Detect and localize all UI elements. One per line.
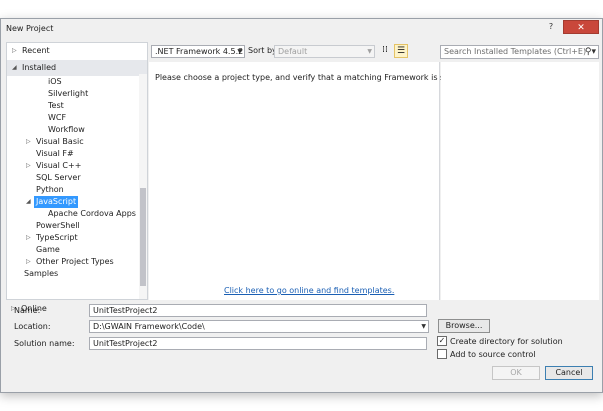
nav-section-installed[interactable]: ◢ Installed <box>7 60 147 76</box>
expand-arrow-icon[interactable]: ▷ <box>26 232 31 244</box>
project-name-input[interactable]: UnitTestProject2 <box>89 304 427 317</box>
tree-item[interactable]: Other Project Types <box>36 256 114 268</box>
grid-view-icon: ⁞⁞ <box>382 45 388 55</box>
tree-item[interactable]: Python <box>36 184 64 196</box>
nav-section-label: Installed <box>22 63 57 72</box>
dialog-title: New Project <box>6 24 54 33</box>
source-control-option[interactable]: Add to source control <box>437 348 536 361</box>
solution-name-label: Solution name: <box>14 339 75 348</box>
nav-section-label: Recent <box>22 46 50 55</box>
tree-scrollbar[interactable] <box>139 74 147 299</box>
list-view-icon: ☰ <box>396 46 406 56</box>
location-label: Location: <box>14 322 51 331</box>
tree-item[interactable]: Visual F# <box>36 148 74 160</box>
location-input[interactable]: D:\GWAIN Framework\Code\ ▼ <box>89 320 429 333</box>
ok-button[interactable]: OK <box>492 366 540 380</box>
template-details-pane <box>441 62 599 300</box>
tree-item[interactable]: TypeScript <box>36 232 78 244</box>
source-control-label: Add to source control <box>450 350 536 359</box>
tree-item[interactable]: Visual C++ <box>36 160 81 172</box>
create-directory-label: Create directory for solution <box>450 337 563 346</box>
source-control-checkbox[interactable] <box>437 348 447 359</box>
tree-item[interactable]: iOS <box>48 76 62 88</box>
browse-button[interactable]: Browse... <box>438 319 490 333</box>
create-directory-option[interactable]: ✓ Create directory for solution <box>437 335 563 348</box>
search-placeholder: Search Installed Templates (Ctrl+E) <box>444 47 587 56</box>
expand-arrow-icon[interactable]: ▷ <box>26 136 31 148</box>
search-icon[interactable]: ⚲▾ <box>585 46 596 58</box>
tree-item[interactable]: Game <box>36 244 60 256</box>
tree-item[interactable]: SQL Server <box>36 172 81 184</box>
title-bar: New Project ? ✕ <box>1 19 602 39</box>
tree-item[interactable]: Apache Cordova Apps <box>48 208 136 220</box>
choose-project-message: Please choose a project type, and verify… <box>155 73 477 82</box>
name-label: Name: <box>14 306 41 315</box>
tree-item[interactable]: Workflow <box>48 124 85 136</box>
expand-arrow-icon: ▷ <box>12 47 17 54</box>
expand-arrow-icon[interactable]: ▷ <box>26 160 31 172</box>
sort-by-value: Default <box>278 47 308 56</box>
scrollbar-thumb[interactable] <box>140 188 146 286</box>
tree-item[interactable]: WCF <box>48 112 66 124</box>
collapse-arrow-icon: ◢ <box>12 64 17 71</box>
chevron-down-icon: ▼ <box>237 48 242 55</box>
tree-item[interactable]: JavaScript <box>34 196 79 208</box>
search-templates-input[interactable]: Search Installed Templates (Ctrl+E) ⚲▾ <box>440 45 599 59</box>
help-button[interactable]: ? <box>544 20 558 34</box>
tree-item[interactable]: PowerShell <box>36 220 80 232</box>
framework-value: .NET Framework 4.5.2 <box>155 47 244 56</box>
small-icons-view-button[interactable]: ⁞⁞ <box>378 44 392 58</box>
tree-item[interactable]: Visual Basic <box>36 136 84 148</box>
collapse-arrow-icon[interactable]: ◢ <box>26 196 31 208</box>
solution-name-input[interactable]: UnitTestProject2 <box>89 337 427 350</box>
sort-by-select[interactable]: Default ▼ <box>274 45 375 58</box>
cancel-button[interactable]: Cancel <box>545 366 593 380</box>
find-online-templates-link[interactable]: Click here to go online and find templat… <box>224 286 394 295</box>
framework-select[interactable]: .NET Framework 4.5.2 ▼ <box>151 45 245 58</box>
nav-section-recent[interactable]: ▷ Recent <box>7 43 147 59</box>
tree-item[interactable]: Silverlight <box>48 88 88 100</box>
close-button[interactable]: ✕ <box>563 20 599 34</box>
tree-item[interactable]: Samples <box>24 268 58 280</box>
expand-arrow-icon[interactable]: ▷ <box>26 256 31 268</box>
tree-item[interactable]: Test <box>48 100 64 112</box>
chevron-down-icon: ▼ <box>367 48 372 55</box>
list-view-button[interactable]: ☰ <box>394 44 408 58</box>
location-value: D:\GWAIN Framework\Code\ <box>93 322 205 331</box>
template-category-tree: ▷ Recent ◢ Installed iOS Silverlight Test W… <box>6 42 148 300</box>
new-project-dialog: New Project ? ✕ ▷ Recent ◢ Installed iOS… <box>0 18 603 393</box>
chevron-down-icon[interactable]: ▼ <box>421 321 426 332</box>
create-directory-checkbox[interactable]: ✓ <box>437 335 447 346</box>
template-list: Please choose a project type, and verify… <box>149 62 476 300</box>
